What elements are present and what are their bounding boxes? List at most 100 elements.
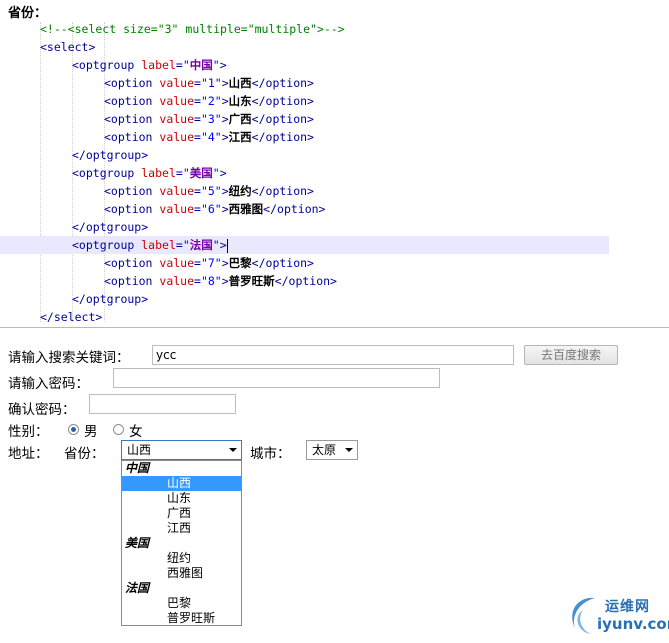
- code-option-text: 巴黎: [228, 256, 252, 270]
- code-line[interactable]: <!--<select size="3" multiple="multiple"…: [0, 20, 669, 38]
- code-tag: =: [194, 130, 201, 144]
- code-tag: </optgroup>: [72, 292, 149, 306]
- search-input[interactable]: ycc: [152, 345, 514, 365]
- code-tag: <option: [104, 184, 160, 198]
- code-tag: =: [194, 76, 201, 90]
- dropdown-option[interactable]: 山东: [122, 491, 241, 506]
- password-input[interactable]: [113, 368, 440, 388]
- code-tag: <option: [104, 76, 160, 90]
- code-attr: label: [141, 238, 176, 252]
- code-tag: >: [221, 94, 229, 108]
- code-attr: value: [159, 202, 195, 216]
- address-label: 地址：: [8, 446, 49, 462]
- code-attr: label: [141, 166, 176, 180]
- confirm-password-label: 确认密码：: [8, 402, 76, 418]
- code-tag: <select>: [40, 40, 96, 54]
- code-attr: value: [159, 112, 195, 126]
- code-line[interactable]: </optgroup>: [0, 146, 669, 164]
- code-line[interactable]: <option value="5">纽约</option>: [0, 182, 669, 200]
- code-tag: >: [221, 202, 229, 216]
- code-line[interactable]: <optgroup label="中国">: [0, 56, 669, 74]
- baidu-search-button[interactable]: 去百度搜索: [524, 345, 618, 365]
- code-line[interactable]: </optgroup>: [0, 290, 669, 308]
- code-optgroup-label: 中国: [189, 58, 213, 72]
- code-line[interactable]: <option value="1">山西</option>: [0, 74, 669, 92]
- dropdown-option[interactable]: 西雅图: [122, 566, 241, 581]
- confirm-password-input[interactable]: [89, 394, 236, 414]
- code-tag: =: [194, 274, 201, 288]
- code-tag: =: [194, 112, 201, 126]
- code-value: ": [212, 58, 220, 72]
- chevron-down-icon: [229, 448, 237, 452]
- code-line[interactable]: <option value="3">广西</option>: [0, 110, 669, 128]
- code-value: "7": [200, 256, 222, 270]
- code-line[interactable]: <option value="6">西雅图</option>: [0, 200, 669, 218]
- code-line[interactable]: <option value="2">山东</option>: [0, 92, 669, 110]
- code-value: "6": [200, 202, 222, 216]
- gender-female-radio[interactable]: [113, 424, 124, 435]
- code-line[interactable]: </optgroup>: [0, 218, 669, 236]
- code-line[interactable]: <option value="7">巴黎</option>: [0, 254, 669, 272]
- gender-male-radio[interactable]: [68, 424, 79, 435]
- code-tag: </select>: [40, 310, 103, 324]
- code-line[interactable]: <select>: [0, 38, 669, 56]
- code-tag: <option: [104, 130, 160, 144]
- province-select[interactable]: 山西: [121, 440, 242, 460]
- gender-male-label: 男: [84, 424, 98, 440]
- code-line[interactable]: <option value="4">江西</option>: [0, 128, 669, 146]
- code-tag: </option>: [274, 274, 337, 288]
- code-tag: <optgroup: [72, 238, 142, 252]
- code-line[interactable]: </select>: [0, 308, 669, 326]
- watermark-logo: 运维网 iyunv.com: [565, 590, 669, 639]
- code-option-text: 广西: [228, 112, 252, 126]
- code-attr: value: [159, 94, 195, 108]
- code-tag: =: [175, 238, 183, 252]
- code-tag: >: [221, 76, 229, 90]
- code-line[interactable]: <optgroup label="美国">: [0, 164, 669, 182]
- code-tag: <option: [104, 274, 160, 288]
- dropdown-option[interactable]: 江西: [122, 521, 241, 536]
- chevron-down-icon: [345, 448, 353, 452]
- code-tag: >: [219, 58, 227, 72]
- code-tag: <option: [104, 94, 160, 108]
- code-value: "2": [200, 94, 222, 108]
- code-tag: =: [194, 184, 201, 198]
- gender-label: 性别：: [8, 424, 49, 440]
- dropdown-option[interactable]: 山西: [122, 476, 241, 491]
- code-tag: </option>: [251, 256, 314, 270]
- code-option-text: 江西: [228, 130, 252, 144]
- code-attr: value: [159, 76, 195, 90]
- code-tag: </option>: [251, 112, 314, 126]
- code-editor[interactable]: 省份： <!--<select size="3" multiple="multi…: [0, 0, 669, 328]
- code-tag: >: [221, 256, 229, 270]
- code-option-text: 普罗旺斯: [228, 274, 275, 288]
- code-value: "3": [200, 112, 222, 126]
- code-line[interactable]: <option value="8">普罗旺斯</option>: [0, 272, 669, 290]
- code-value: "1": [200, 76, 222, 90]
- dropdown-option[interactable]: 普罗旺斯: [122, 611, 241, 626]
- code-tag: <optgroup: [72, 166, 142, 180]
- code-tag: </option>: [251, 94, 314, 108]
- code-tag: >: [221, 274, 229, 288]
- code-value: ": [182, 58, 190, 72]
- code-attr: value: [159, 130, 195, 144]
- code-lines[interactable]: <!--<select size="3" multiple="multiple"…: [0, 20, 669, 326]
- code-value: "5": [200, 184, 222, 198]
- code-tag: >: [219, 166, 227, 180]
- province-dropdown-list[interactable]: 中国 山西 山东 广西 江西 美国 纽约 西雅图 法国 巴黎 普罗旺斯: [121, 460, 242, 626]
- code-option-text: 西雅图: [228, 202, 264, 216]
- code-tag: </optgroup>: [72, 220, 149, 234]
- dropdown-option[interactable]: 纽约: [122, 551, 241, 566]
- dropdown-group-label: 美国: [125, 536, 150, 550]
- code-tag: >: [221, 130, 229, 144]
- dropdown-option[interactable]: 巴黎: [122, 596, 241, 611]
- dropdown-option[interactable]: 广西: [122, 506, 241, 521]
- code-value: ": [212, 166, 220, 180]
- code-value: ": [182, 238, 190, 252]
- code-line[interactable]: <optgroup label="法国">: [0, 236, 609, 254]
- code-value: ": [212, 238, 220, 252]
- city-select[interactable]: 太原: [306, 440, 358, 460]
- code-tag: </optgroup>: [72, 148, 149, 162]
- province-label: 省份：: [64, 446, 105, 462]
- code-tag: </option>: [263, 202, 326, 216]
